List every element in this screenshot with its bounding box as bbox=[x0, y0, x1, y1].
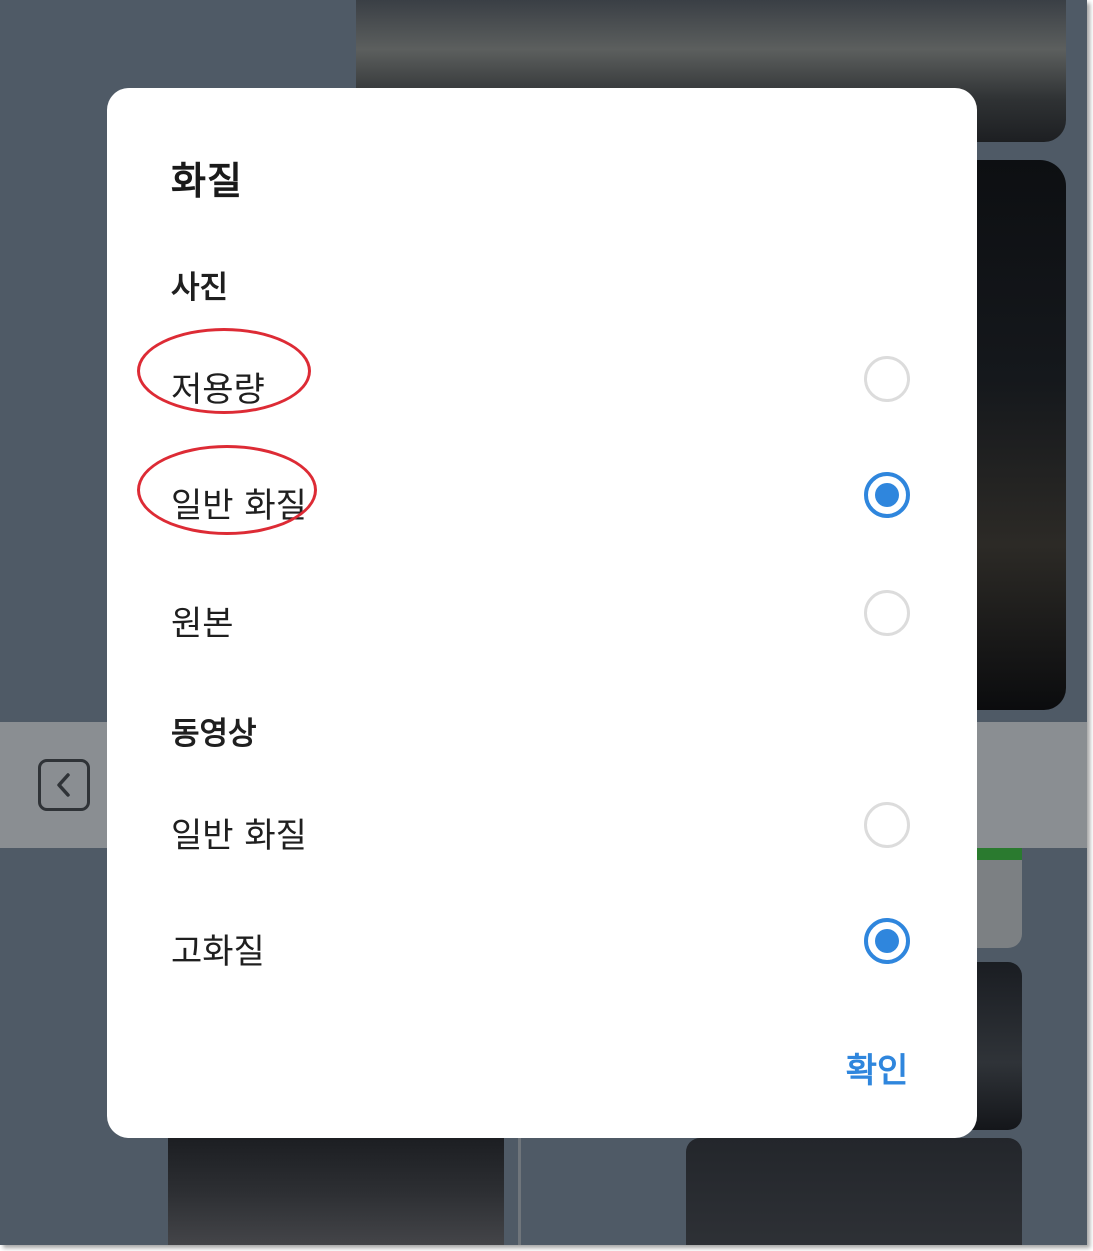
radio-button[interactable] bbox=[864, 590, 910, 636]
option-label: 원본 bbox=[171, 604, 234, 644]
section-title-photo: 사진 bbox=[171, 270, 229, 306]
video-option-high-quality[interactable]: 고화질 bbox=[107, 896, 977, 996]
back-button[interactable] bbox=[38, 759, 90, 811]
background-photo-thumbnail bbox=[686, 1138, 1022, 1245]
radio-button-selected[interactable] bbox=[864, 918, 910, 964]
radio-button-selected[interactable] bbox=[864, 472, 910, 518]
radio-button[interactable] bbox=[864, 356, 910, 402]
option-label: 일반 화질 bbox=[171, 816, 307, 856]
chevron-left-icon bbox=[57, 773, 70, 797]
annotation-ellipse bbox=[137, 328, 311, 414]
screen: 화질 사진 저용량 일반 화질 원본 동영상 일반 화질 고화질 확인 bbox=[0, 0, 1087, 1245]
dialog-title: 화질 bbox=[171, 159, 243, 203]
option-label: 고화질 bbox=[171, 932, 265, 972]
annotation-ellipse bbox=[137, 445, 317, 535]
confirm-button[interactable]: 확인 bbox=[837, 1043, 917, 1093]
background-divider bbox=[518, 1138, 521, 1245]
photo-option-original[interactable]: 원본 bbox=[107, 568, 977, 668]
background-photo-thumbnail bbox=[168, 1138, 504, 1245]
video-option-normal-quality[interactable]: 일반 화질 bbox=[107, 780, 977, 880]
section-title-video: 동영상 bbox=[171, 716, 257, 752]
quality-dialog: 화질 사진 저용량 일반 화질 원본 동영상 일반 화질 고화질 확인 bbox=[107, 88, 977, 1138]
radio-button[interactable] bbox=[864, 802, 910, 848]
